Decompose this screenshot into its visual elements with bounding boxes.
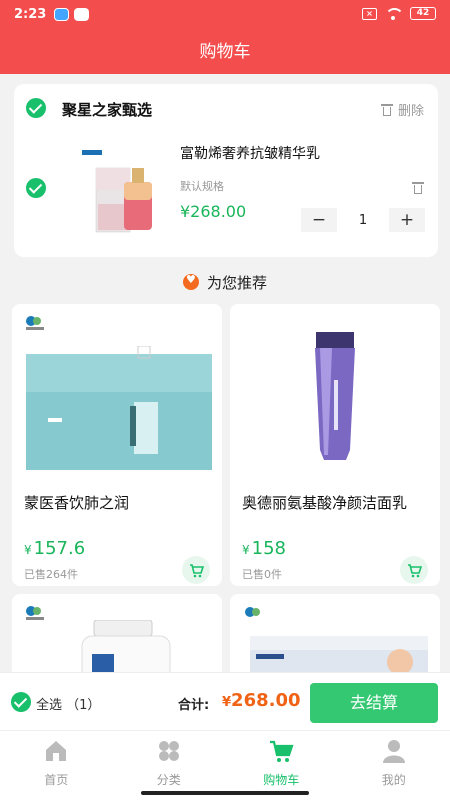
battery-icon: 42	[410, 7, 436, 20]
item-spec: 默认规格	[180, 180, 224, 193]
select-all-checkbox[interactable]	[11, 692, 31, 712]
status-time: 2:23	[14, 7, 47, 22]
profile-icon	[382, 740, 405, 763]
item-name[interactable]: 富勒烯奢养抗皱精华乳	[180, 143, 320, 163]
shop-name: 聚星之家甄选	[62, 101, 153, 119]
checkout-button[interactable]: 去结算	[310, 683, 438, 723]
product-name: 奥德丽氨基酸净颜洁面乳	[242, 494, 408, 512]
checkout-bar: 全选 （1） 合计: ¥268.00 去结算	[0, 672, 450, 730]
recommend-title: 为您推荐	[206, 274, 267, 292]
recommend-card[interactable]	[230, 594, 440, 684]
tab-label: 购物车	[263, 773, 300, 787]
tab-profile[interactable]: 我的	[338, 731, 450, 800]
wifi-icon	[385, 7, 402, 20]
sold-count: 已售264件	[24, 568, 78, 581]
status-bar: 2:23 × 42	[0, 0, 450, 30]
select-all-label[interactable]: 全选 （1）	[36, 694, 100, 713]
item-delete-icon[interactable]	[412, 181, 424, 194]
delete-button[interactable]: 删除	[380, 100, 424, 119]
total-label: 合计:	[178, 698, 210, 713]
cart-shop-card: 聚星之家甄选 删除 富勒烯奢养抗皱精华乳 默认规格 ¥268.00 − 1 +	[14, 84, 438, 257]
status-indicators: × 42	[362, 7, 436, 20]
cart-icon	[408, 564, 423, 578]
brand-logo-icon	[26, 606, 44, 620]
tab-home[interactable]: 首页	[0, 731, 113, 800]
item-select-checkbox[interactable]	[26, 178, 46, 198]
tab-category[interactable]: 分类	[113, 731, 226, 800]
decrease-button[interactable]: −	[301, 208, 337, 232]
item-price: ¥268.00	[180, 202, 247, 221]
increase-button[interactable]: +	[389, 208, 425, 232]
recommend-card[interactable]: 蒙医香饮肺之润 ¥157.6 已售264件	[12, 304, 222, 586]
trash-icon	[380, 103, 393, 116]
tab-label: 分类	[156, 773, 181, 787]
product-image	[81, 620, 171, 680]
cloud-app-icon	[74, 8, 89, 21]
product-image[interactable]	[74, 148, 174, 248]
brand-logo-icon	[26, 316, 44, 330]
product-price: ¥158	[242, 538, 286, 559]
recommend-card[interactable]: 奥德丽氨基酸净颜洁面乳 ¥158 已售0件	[230, 304, 440, 586]
sold-count: 已售0件	[242, 568, 282, 581]
heart-icon	[182, 273, 199, 290]
total-value: ¥268.00	[222, 690, 301, 711]
delete-label: 删除	[397, 104, 424, 119]
cart-icon	[270, 740, 294, 762]
tab-label: 我的	[381, 773, 406, 787]
product-image	[26, 346, 212, 470]
product-name: 蒙医香饮肺之润	[24, 494, 130, 512]
recommend-heading: 为您推荐	[0, 272, 450, 293]
no-sim-icon: ×	[362, 7, 377, 20]
bottom-tab-bar: 首页 分类 购物车 我的	[0, 730, 450, 800]
add-to-cart-button[interactable]	[400, 556, 428, 584]
home-icon	[46, 741, 67, 761]
recommend-card[interactable]	[12, 594, 222, 684]
product-image	[315, 332, 355, 460]
page-title: 购物车	[0, 30, 450, 74]
tab-label: 首页	[44, 773, 69, 787]
cart-icon	[190, 564, 205, 578]
category-icon	[158, 741, 179, 761]
brand-logo-icon	[245, 607, 260, 617]
message-app-icon	[54, 8, 69, 21]
add-to-cart-button[interactable]	[182, 556, 210, 584]
shop-select-checkbox[interactable]	[26, 98, 46, 118]
quantity-stepper: − 1 +	[301, 208, 425, 232]
product-price: ¥157.6	[24, 538, 86, 559]
quantity-value[interactable]: 1	[337, 213, 389, 228]
gesture-home-bar[interactable]	[141, 791, 309, 795]
tab-cart[interactable]: 购物车	[225, 731, 338, 800]
